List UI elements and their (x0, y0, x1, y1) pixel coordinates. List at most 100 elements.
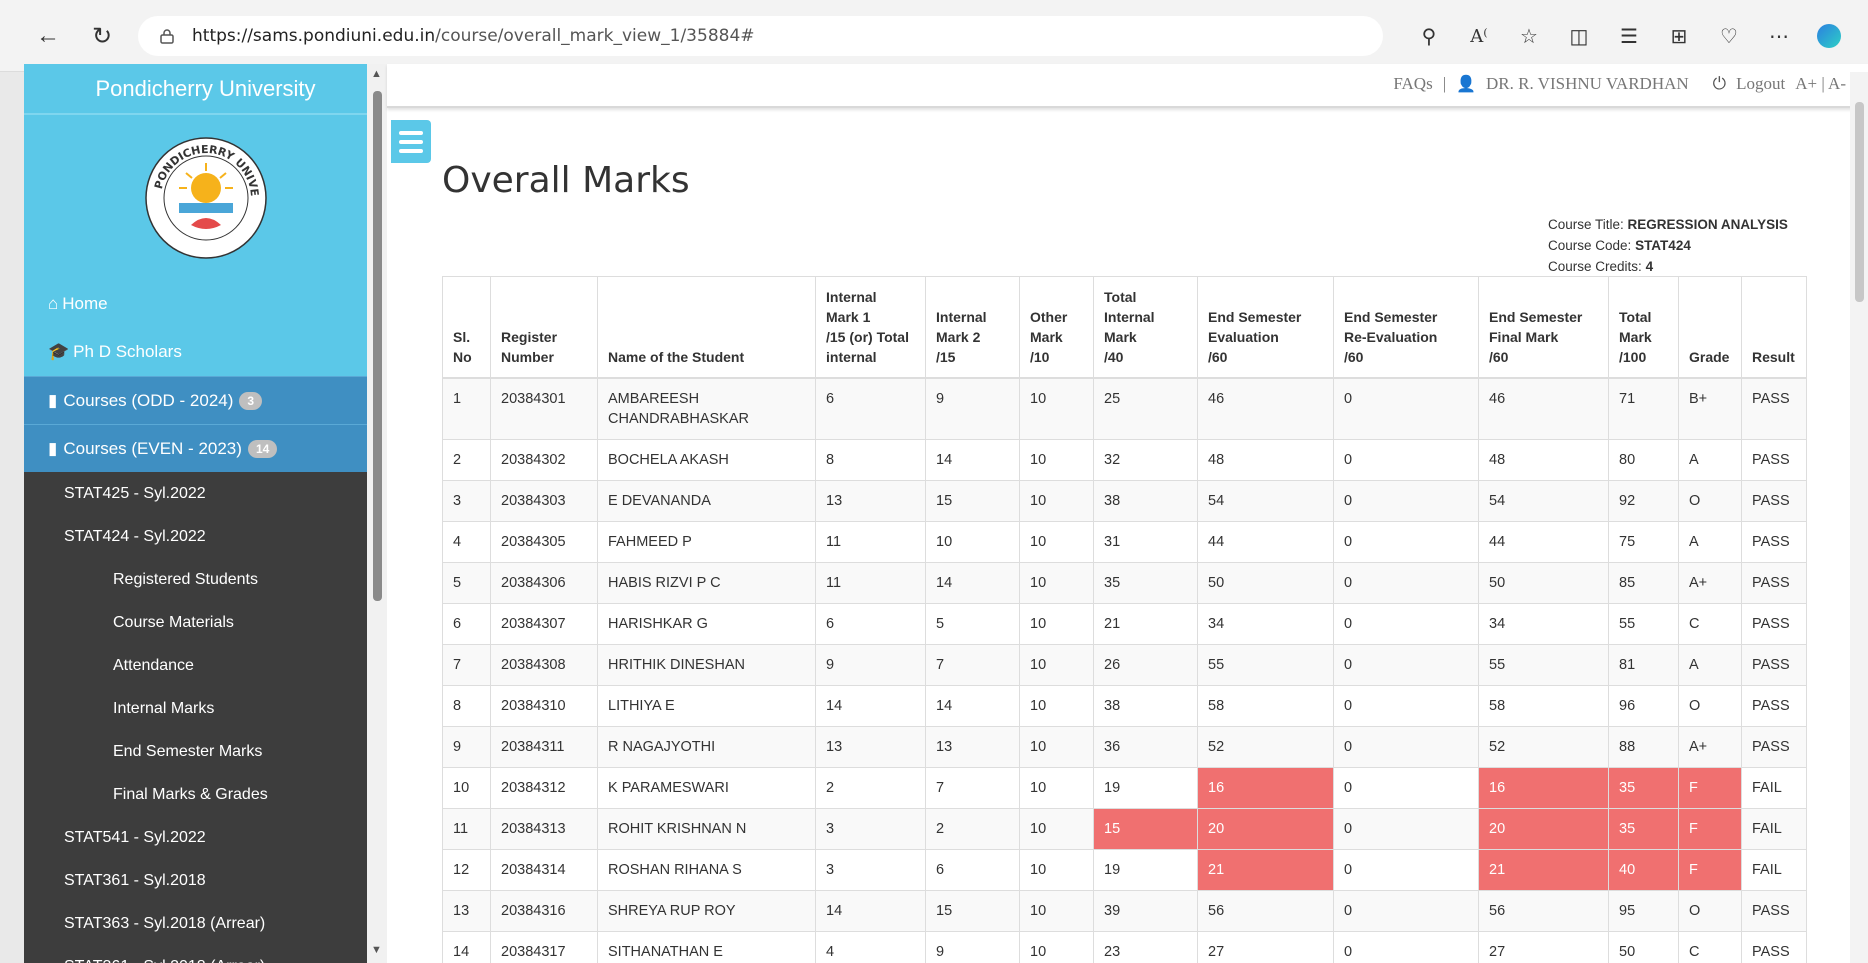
sidebar-course-stat361-arrear[interactable]: STAT361 - Syl.2018 (Arrear) (24, 945, 387, 963)
table-cell: 3 (442, 480, 491, 522)
table-cell: 38 (1093, 685, 1198, 727)
scroll-down-icon[interactable]: ▼ (371, 944, 382, 956)
table-cell: PASS (1741, 890, 1807, 932)
column-header-line: /40 (1104, 349, 1124, 365)
hamburger-menu-icon[interactable] (391, 120, 431, 163)
table-row: 7 20384308 HRITHIK DINESHAN 9 7 10 26 55 0 55 81 A P… (442, 644, 1807, 686)
table-cell: 0 (1333, 685, 1479, 727)
sidebar-course-stat363-arrear[interactable]: STAT363 - Syl.2018 (Arrear) (24, 902, 387, 945)
table-cell: 50 (1478, 562, 1609, 604)
table-cell: F (1678, 767, 1742, 809)
sidebar-course-stat361[interactable]: STAT361 - Syl.2018 (24, 859, 387, 902)
read-aloud-icon[interactable]: A⁽ (1458, 18, 1500, 54)
column-header-line: End Semester (1489, 309, 1583, 325)
table-cell: 21 (1478, 849, 1609, 891)
sidebar-course-stat424[interactable]: STAT424 - Syl.2022 (24, 515, 387, 558)
sidebar-item-home[interactable]: ⌂ Home (24, 280, 387, 328)
sidebar-course-stat425[interactable]: STAT425 - Syl.2022 (24, 472, 387, 515)
table-cell: 34 (1478, 603, 1609, 645)
table-cell: 20384314 (490, 849, 598, 891)
table-cell: 8 (442, 685, 491, 727)
column-header-line: /100 (1619, 349, 1647, 365)
table-cell: PASS (1741, 521, 1807, 563)
scroll-up-icon[interactable]: ▲ (371, 68, 382, 80)
table-row: 12 20384314 ROSHAN RIHANA S 3 6 10 19 21 0 21 40 F F… (442, 849, 1807, 891)
sidebar-item-label: Courses (EVEN - 2023) (63, 438, 242, 458)
count-badge: 14 (247, 439, 278, 458)
sidebar-item-courses-odd[interactable]: ▮ Courses (ODD - 2024) 3 (24, 376, 387, 424)
sidebar-item-courses-even[interactable]: ▮ Courses (EVEN - 2023) 14 (24, 424, 387, 472)
logout-link[interactable]: Logout (1736, 74, 1785, 94)
table-cell: 11 (815, 562, 926, 604)
table-cell: 0 (1333, 726, 1479, 768)
column-header-line: Number (501, 349, 554, 365)
table-cell: 27 (1478, 931, 1609, 963)
university-logo: PONDICHERRY UNIVERSITY (24, 115, 387, 280)
table-cell: 10 (1019, 521, 1094, 563)
table-cell: 10 (1019, 603, 1094, 645)
submenu-registered-students[interactable]: Registered Students (24, 558, 387, 601)
sidebar-item-phd-scholars[interactable]: 🎓 Ph D Scholars (24, 328, 387, 376)
submenu-final-marks-grades[interactable]: Final Marks & Grades (24, 773, 387, 816)
table-row: 9 20384311 R NAGAJYOTHI 13 13 10 36 52 0 52 88 A+ PA… (442, 726, 1807, 768)
table-cell: 55 (1478, 644, 1609, 686)
table-cell: 13 (815, 480, 926, 522)
page-scrollbar[interactable] (1850, 72, 1868, 963)
sidebar-scrollbar[interactable]: ▲ ▼ (367, 64, 387, 963)
favorites-icon[interactable]: ☰ (1608, 18, 1650, 54)
page-scroll-thumb[interactable] (1855, 102, 1864, 302)
table-cell: 0 (1333, 377, 1479, 440)
table-cell: ROSHAN RIHANA S (597, 849, 816, 891)
column-header: Sl. No (442, 276, 491, 379)
submenu-attendance[interactable]: Attendance (24, 644, 387, 687)
back-icon[interactable]: ← (30, 18, 66, 54)
table-cell: 14 (925, 562, 1020, 604)
table-cell: 44 (1197, 521, 1334, 563)
split-screen-icon[interactable]: ◫ (1558, 18, 1600, 54)
sidebar: Pondicherry University PONDICHERRY UNIVE… (24, 64, 387, 963)
favorite-star-icon[interactable]: ☆ (1508, 18, 1550, 54)
refresh-icon[interactable]: ↻ (84, 18, 120, 54)
table-cell: 20384307 (490, 603, 598, 645)
key-icon[interactable]: ⚲ (1408, 18, 1450, 54)
column-header-line: /60 (1208, 349, 1228, 365)
user-name[interactable]: DR. R. VISHNU VARDHAN (1486, 74, 1689, 94)
sidebar-course-stat541[interactable]: STAT541 - Syl.2022 (24, 816, 387, 859)
table-cell: 12 (442, 849, 491, 891)
submenu-course-materials[interactable]: Course Materials (24, 601, 387, 644)
table-cell: 2 (925, 808, 1020, 850)
sidebar-scroll-thumb[interactable] (373, 91, 382, 601)
column-header: Internal Mark 2/15 (925, 276, 1020, 379)
table-cell: 7 (925, 767, 1020, 809)
sidebar-title: Pondicherry University (24, 64, 387, 115)
submenu-internal-marks[interactable]: Internal Marks (24, 687, 387, 730)
table-cell: 20384311 (490, 726, 598, 768)
table-cell: 14 (442, 931, 491, 963)
health-icon[interactable]: ♡ (1708, 18, 1750, 54)
edge-copilot-icon[interactable] (1808, 18, 1850, 54)
table-cell: 56 (1478, 890, 1609, 932)
table-cell: 3 (815, 849, 926, 891)
table-cell: PASS (1741, 726, 1807, 768)
table-cell: 19 (1093, 767, 1198, 809)
book-icon: ▮ (48, 438, 58, 458)
table-cell: K PARAMESWARI (597, 767, 816, 809)
faqs-link[interactable]: FAQs (1393, 74, 1432, 94)
table-cell: 5 (925, 603, 1020, 645)
table-cell: 14 (925, 439, 1020, 481)
font-size-controls[interactable]: A+ | A- (1795, 74, 1846, 94)
table-header-row: Sl. No Register Number Name of the Student In… (442, 276, 1807, 379)
table-body: 1 20384301 AMBAREESH CHANDRABHASKAR 6 9 10 25 4… (442, 377, 1807, 963)
collections-icon[interactable]: ⊞ (1658, 18, 1700, 54)
table-cell: 48 (1478, 439, 1609, 481)
power-icon: ⏻ (1712, 74, 1727, 93)
lock-icon[interactable] (156, 25, 178, 47)
table-cell: 16 (1478, 767, 1609, 809)
table-cell: AMBAREESH CHANDRABHASKAR (597, 377, 816, 440)
more-icon[interactable]: ⋯ (1758, 18, 1800, 54)
submenu-end-semester-marks[interactable]: End Semester Marks (24, 730, 387, 773)
address-bar[interactable]: https://sams.pondiuni.edu.in/course/over… (138, 16, 1383, 56)
table-cell: 0 (1333, 603, 1479, 645)
column-header: Total Mark/100 (1608, 276, 1679, 379)
table-cell: 23 (1093, 931, 1198, 963)
